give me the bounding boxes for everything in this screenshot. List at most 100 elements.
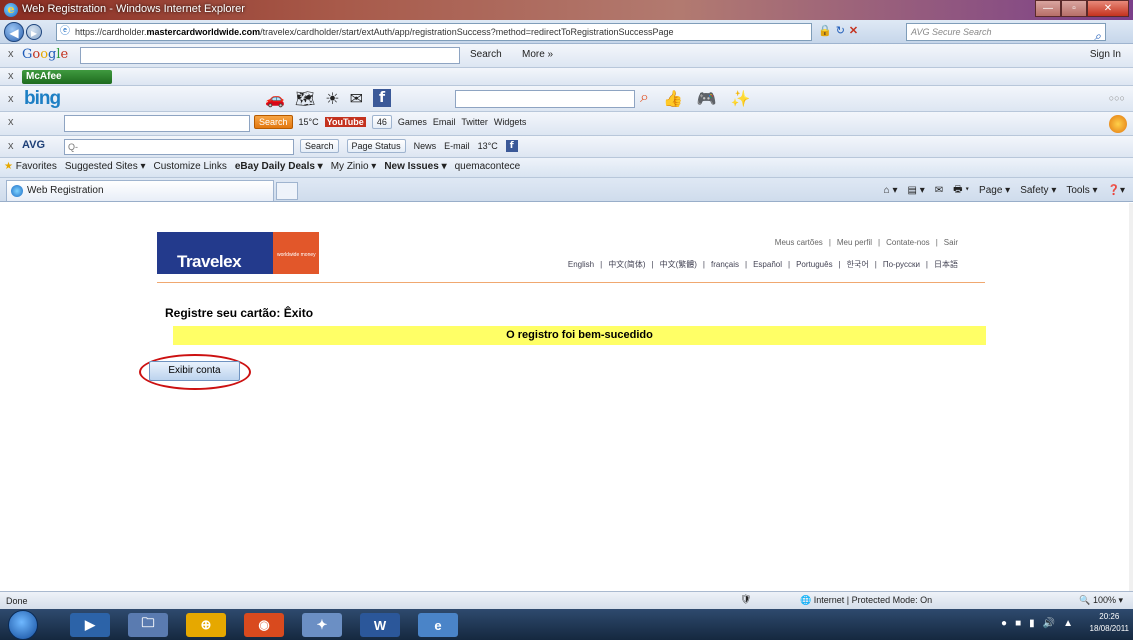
favorites-button[interactable]: ★ Favorites bbox=[4, 161, 57, 172]
tab-web-registration[interactable]: Web Registration bbox=[6, 180, 274, 201]
toolbar-search-input[interactable] bbox=[64, 115, 250, 132]
start-button[interactable] bbox=[8, 610, 38, 640]
stop-icon[interactable]: ✕ bbox=[849, 24, 858, 37]
google-more-button[interactable]: More » bbox=[522, 49, 553, 60]
avg-search-input[interactable]: Q- bbox=[64, 139, 294, 155]
media-player-icon[interactable]: ▶ bbox=[70, 613, 110, 637]
email-button[interactable]: E-mail bbox=[444, 141, 470, 151]
favorite-link[interactable]: New Issues ▾ bbox=[384, 161, 446, 172]
lang-korean[interactable]: 한국어 bbox=[844, 260, 872, 269]
my-profile-link[interactable]: Meu perfil bbox=[834, 238, 875, 247]
toolbar-app-icon[interactable]: 🚗 bbox=[265, 89, 285, 109]
word-icon[interactable]: W bbox=[360, 613, 400, 637]
toolbar-app-icon[interactable]: ✨ bbox=[731, 89, 751, 109]
search-icon[interactable]: ⌕ bbox=[640, 89, 649, 109]
view-account-button[interactable]: Exibir conta bbox=[149, 361, 240, 381]
lang-french[interactable]: français bbox=[708, 260, 742, 269]
favorite-link[interactable]: quemacontece bbox=[455, 161, 521, 172]
tray-icon[interactable]: ● bbox=[1001, 618, 1007, 629]
favorite-link[interactable]: My Zinio ▾ bbox=[331, 161, 377, 172]
weather-readout[interactable]: 15°C bbox=[299, 117, 319, 127]
lock-icon[interactable]: 🔒 bbox=[818, 24, 832, 37]
email-button[interactable]: Email bbox=[433, 117, 456, 127]
minimize-button[interactable]: — bbox=[1035, 0, 1061, 17]
contact-link[interactable]: Contate-nos bbox=[883, 238, 933, 247]
page-scrollbar[interactable] bbox=[1129, 203, 1133, 591]
safety-menu[interactable]: Safety ▾ bbox=[1020, 185, 1056, 196]
mail-icon[interactable]: ✉ bbox=[350, 89, 363, 109]
facebook-icon[interactable]: f bbox=[505, 140, 518, 152]
maximize-button[interactable]: ▫ bbox=[1061, 0, 1087, 17]
help-icon[interactable]: ❓▾ bbox=[1108, 185, 1125, 196]
avg-search-button[interactable]: Search bbox=[300, 139, 339, 153]
favorite-link[interactable]: Customize Links bbox=[154, 161, 227, 172]
back-button[interactable]: ◀ bbox=[4, 22, 24, 42]
security-zone[interactable]: 🌐 Internet | Protected Mode: On bbox=[800, 595, 932, 606]
lang-chinese-simplified[interactable]: 中文(简体) bbox=[605, 260, 648, 269]
lang-portuguese[interactable]: Português bbox=[793, 260, 835, 269]
close-toolbar-icon[interactable]: x bbox=[8, 140, 14, 152]
news-button[interactable]: News bbox=[414, 141, 437, 151]
app-icon[interactable]: ✦ bbox=[302, 613, 342, 637]
bing-search-input[interactable] bbox=[455, 90, 635, 108]
toolbar-search-button[interactable]: Search bbox=[254, 115, 293, 129]
zoom-control[interactable]: 🔍 100% ▾ bbox=[1079, 595, 1123, 606]
more-icon[interactable]: ○○○ bbox=[1109, 93, 1125, 103]
tray-icon[interactable]: ■ bbox=[1015, 618, 1021, 629]
games-button[interactable]: Games bbox=[398, 117, 427, 127]
page-menu[interactable]: Page ▾ bbox=[979, 185, 1010, 196]
print-icon[interactable]: 🖶 ▾ bbox=[953, 182, 969, 199]
feeds-icon[interactable]: ▤ ▾ bbox=[907, 185, 924, 196]
widgets-button[interactable]: Widgets bbox=[494, 117, 527, 127]
lang-chinese-traditional[interactable]: 中文(繁體) bbox=[657, 260, 700, 269]
favorite-link[interactable]: eBay Daily Deals ▾ bbox=[235, 161, 323, 172]
google-signin-button[interactable]: Sign In bbox=[1090, 49, 1121, 60]
close-toolbar-icon[interactable]: x bbox=[8, 116, 14, 128]
network-icon[interactable]: ▮ bbox=[1029, 618, 1035, 629]
counter-badge[interactable]: 46 bbox=[371, 115, 392, 129]
tray-icon[interactable]: ▲ bbox=[1063, 618, 1073, 629]
close-toolbar-icon[interactable]: x bbox=[8, 48, 14, 60]
twitter-button[interactable]: Twitter bbox=[461, 117, 488, 127]
chrome-icon[interactable]: ◉ bbox=[244, 613, 284, 637]
new-tab-button[interactable] bbox=[276, 182, 298, 200]
explorer-icon[interactable]: 🗀 bbox=[128, 613, 168, 637]
mail-icon[interactable]: ✉ bbox=[935, 185, 943, 196]
refresh-icon[interactable]: ↻ bbox=[836, 24, 845, 37]
avg-logo[interactable]: AVG bbox=[22, 139, 45, 151]
search-input[interactable]: AVG Secure Search ⌕ bbox=[906, 23, 1106, 44]
address-bar[interactable]: ⓔ https://cardholder.mastercardworldwide… bbox=[56, 23, 812, 41]
ie-icon[interactable]: e bbox=[418, 613, 458, 637]
toolbar-app-icon[interactable] bbox=[1109, 115, 1127, 133]
lang-spanish[interactable]: Español bbox=[750, 260, 785, 269]
youtube-button[interactable]: YouTube bbox=[324, 117, 366, 127]
favorite-link[interactable]: Suggested Sites ▾ bbox=[65, 161, 146, 172]
lang-russian[interactable]: По-русски bbox=[880, 260, 923, 269]
lang-japanese[interactable]: 日本語 bbox=[931, 260, 961, 269]
popup-blocker-icon[interactable]: 🛡 bbox=[740, 594, 751, 605]
volume-icon[interactable]: 🔊 bbox=[1043, 618, 1055, 629]
close-toolbar-icon[interactable]: x bbox=[8, 70, 14, 82]
logout-link[interactable]: Sair bbox=[941, 238, 961, 247]
tools-menu[interactable]: Tools ▾ bbox=[1066, 185, 1097, 196]
close-toolbar-icon[interactable]: x bbox=[8, 93, 14, 105]
favorites-items: ★ Favorites Suggested Sites ▾ Customize … bbox=[4, 161, 520, 172]
google-search-input[interactable] bbox=[80, 47, 460, 64]
temperature-readout[interactable]: 13°C bbox=[478, 141, 498, 151]
search-go-icon[interactable]: ⌕ bbox=[1094, 28, 1101, 44]
lang-english[interactable]: English bbox=[565, 260, 597, 269]
close-button[interactable]: ✕ bbox=[1087, 0, 1129, 17]
app-icon[interactable]: ⊕ bbox=[186, 613, 226, 637]
my-cards-link[interactable]: Meus cartões bbox=[772, 238, 826, 247]
clock[interactable]: 20:26 18/08/2011 bbox=[1090, 611, 1129, 635]
page-status-button[interactable]: Page Status bbox=[346, 139, 406, 153]
mcafee-button[interactable]: McAfee bbox=[22, 70, 112, 84]
facebook-icon[interactable]: f bbox=[372, 89, 391, 107]
toolbar-app-icon[interactable]: 🗺 bbox=[295, 89, 315, 109]
thumbs-up-icon[interactable]: 👍 bbox=[663, 89, 683, 109]
google-search-button[interactable]: Search bbox=[470, 49, 502, 60]
home-icon[interactable]: ⌂ ▾ bbox=[884, 185, 898, 196]
toolbar-app-icon[interactable]: 🎮 bbox=[697, 89, 717, 109]
forward-button[interactable]: ▸ bbox=[26, 24, 42, 40]
weather-icon[interactable]: ☀ bbox=[325, 89, 339, 109]
